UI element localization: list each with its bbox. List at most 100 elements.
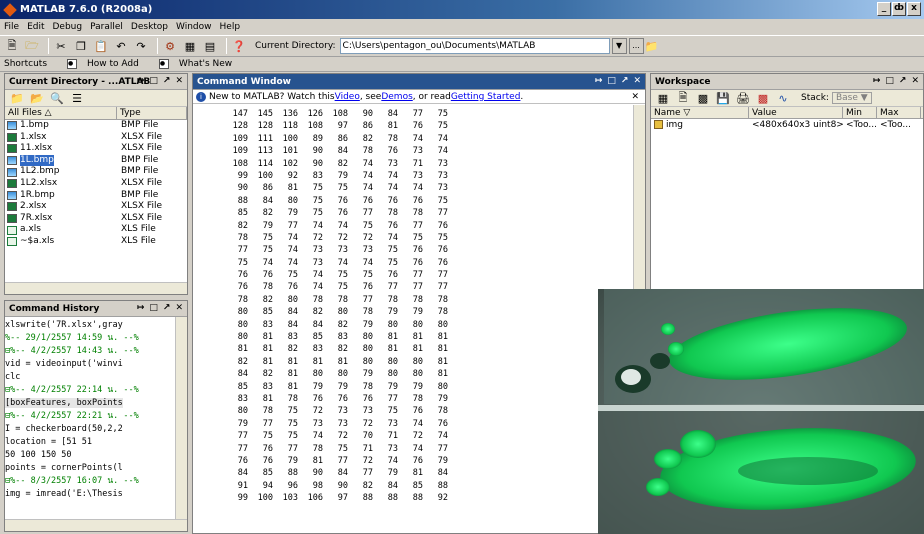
menu-file[interactable]: File bbox=[4, 22, 19, 32]
history-command[interactable]: 50 100 150 50 bbox=[5, 449, 187, 462]
copy-icon[interactable]: ❐ bbox=[73, 38, 89, 54]
profiler-icon[interactable]: ▤ bbox=[202, 38, 218, 54]
demos-link[interactable]: Demos bbox=[381, 92, 412, 102]
video-link[interactable]: Video bbox=[335, 92, 360, 102]
delete-variable-icon[interactable]: ▩ bbox=[755, 90, 771, 106]
getting-started-link[interactable]: Getting Started bbox=[451, 92, 521, 102]
menu-desktop[interactable]: Desktop bbox=[131, 22, 168, 32]
close-icon[interactable]: ✕ bbox=[175, 303, 183, 313]
paste-icon[interactable]: 📋 bbox=[93, 38, 109, 54]
matrix-cell: 77 bbox=[387, 393, 398, 404]
stack-dropdown[interactable]: Base ▼ bbox=[831, 92, 872, 104]
simulink-icon[interactable]: ⚙ bbox=[162, 38, 178, 54]
dock-arrow-icon[interactable]: ↗ bbox=[899, 76, 907, 86]
file-row[interactable]: 1L2.bmp BMP File bbox=[5, 166, 187, 178]
xlsx-file-icon bbox=[7, 202, 17, 212]
file-row[interactable]: 7R.xlsx XLSX File bbox=[5, 213, 187, 225]
close-button[interactable]: x bbox=[907, 2, 921, 16]
history-command[interactable]: clc bbox=[5, 371, 187, 384]
horizontal-scrollbar[interactable] bbox=[5, 282, 187, 294]
column-type[interactable]: Type bbox=[117, 107, 187, 119]
help-icon[interactable]: ❓ bbox=[231, 38, 247, 54]
menu-help[interactable]: Help bbox=[220, 22, 241, 32]
how-to-add-shortcut[interactable]: ● How to Add bbox=[67, 59, 149, 69]
maximize-button[interactable]: ȸ bbox=[892, 2, 906, 16]
undock-icon[interactable]: ↦ bbox=[137, 76, 145, 86]
file-row[interactable]: 1.xlsx XLSX File bbox=[5, 132, 187, 144]
cut-icon[interactable]: ✂ bbox=[53, 38, 69, 54]
new-file-icon[interactable]: 🗎 bbox=[4, 38, 20, 54]
history-session-marker[interactable]: ⊟%-- 4/2/2557 14:43 น. --% bbox=[5, 345, 187, 358]
history-command[interactable]: xlswrite('7R.xlsx',gray bbox=[5, 319, 187, 332]
dock-arrow-icon[interactable]: ↗ bbox=[163, 303, 171, 313]
horizontal-scrollbar[interactable] bbox=[5, 519, 187, 531]
find-files-icon[interactable]: 🔍 bbox=[49, 90, 65, 106]
open-variable-icon[interactable]: 🗎 bbox=[675, 90, 691, 106]
history-command[interactable]: img = imread('E:\Thesis bbox=[5, 488, 187, 501]
matrix-cell: 78 bbox=[412, 294, 423, 305]
redo-icon[interactable]: ↷ bbox=[133, 38, 149, 54]
folder-up-icon[interactable]: 📁 bbox=[9, 90, 25, 106]
report-icon[interactable]: ☰ bbox=[69, 90, 85, 106]
maximize-icon[interactable]: □ bbox=[149, 76, 158, 86]
file-row[interactable]: 1.bmp BMP File bbox=[5, 120, 187, 132]
workspace-variable-row[interactable]: img <480x640x3 uint8> <Too... <Too... bbox=[651, 119, 923, 131]
history-session-marker[interactable]: ⊟%-- 4/2/2557 22:14 น. --% bbox=[5, 384, 187, 397]
column-value[interactable]: Value bbox=[749, 107, 843, 118]
close-info-icon[interactable]: ✕ bbox=[631, 92, 639, 102]
directory-dropdown-button[interactable]: ▼ bbox=[611, 38, 627, 54]
column-min[interactable]: Min bbox=[843, 107, 877, 118]
shortcuts-label[interactable]: Shortcuts bbox=[4, 59, 57, 69]
file-row[interactable]: ~$a.xls XLS File bbox=[5, 236, 187, 248]
print-icon[interactable]: 🖨 bbox=[735, 90, 751, 106]
maximize-icon[interactable]: □ bbox=[607, 76, 616, 86]
close-icon[interactable]: ✕ bbox=[633, 76, 641, 86]
open-folder-icon[interactable]: 🗁 bbox=[24, 38, 40, 54]
history-session-marker[interactable]: ⊟%-- 4/2/2557 22:21 น. --% bbox=[5, 410, 187, 423]
undock-icon[interactable]: ↦ bbox=[595, 76, 603, 86]
menu-parallel[interactable]: Parallel bbox=[90, 22, 123, 32]
matrix-row: 99 100 92 83 79 74 74 73 73 bbox=[223, 170, 645, 182]
file-row[interactable]: 1L.bmp BMP File bbox=[5, 154, 187, 167]
close-icon[interactable]: ✕ bbox=[175, 76, 183, 86]
file-row[interactable]: a.xls XLS File bbox=[5, 224, 187, 236]
history-command[interactable]: points = cornerPoints(l bbox=[5, 462, 187, 475]
whats-new-shortcut[interactable]: ● What's New bbox=[158, 59, 242, 69]
dock-arrow-icon[interactable]: ↗ bbox=[163, 76, 171, 86]
file-row[interactable]: 2.xlsx XLSX File bbox=[5, 201, 187, 213]
new-variable-icon[interactable]: ▦ bbox=[655, 90, 671, 106]
menu-window[interactable]: Window bbox=[176, 22, 212, 32]
maximize-icon[interactable]: □ bbox=[149, 303, 158, 313]
history-command[interactable]: vid = videoinput('winvi bbox=[5, 358, 187, 371]
column-max[interactable]: Max bbox=[877, 107, 921, 118]
history-command[interactable]: I = checkerboard(50,2,2 bbox=[5, 423, 187, 436]
file-row[interactable]: 11.xlsx XLSX File bbox=[5, 143, 187, 155]
go-up-folder-icon[interactable]: 📁 bbox=[644, 38, 660, 54]
history-command[interactable]: location = [51 51 bbox=[5, 436, 187, 449]
history-session-marker[interactable]: %-- 29/1/2557 14:59 น. --% bbox=[5, 332, 187, 345]
minimize-button[interactable]: _ bbox=[877, 2, 891, 16]
maximize-icon[interactable]: □ bbox=[885, 76, 894, 86]
undock-icon[interactable]: ↦ bbox=[873, 76, 881, 86]
current-directory-input[interactable]: C:\Users\pentagon_ou\Documents\MATLAB bbox=[339, 38, 610, 54]
history-session-marker[interactable]: ⊟%-- 8/3/2557 16:07 น. --% bbox=[5, 475, 187, 488]
undo-icon[interactable]: ↶ bbox=[113, 38, 129, 54]
matrix-output[interactable]: 147 145 136 126 108 90 84 77 75 128 128 118 108 97 86 8… bbox=[193, 104, 645, 505]
browse-folder-button[interactable]: ... bbox=[628, 38, 644, 54]
dock-arrow-icon[interactable]: ↗ bbox=[621, 76, 629, 86]
close-icon[interactable]: ✕ bbox=[911, 76, 919, 86]
menu-debug[interactable]: Debug bbox=[53, 22, 83, 32]
column-name[interactable]: Name ▽ bbox=[651, 107, 749, 118]
plot-selector-icon[interactable]: ∿ bbox=[775, 90, 791, 106]
save-workspace-icon[interactable]: 💾 bbox=[715, 90, 731, 106]
column-all-files[interactable]: All Files △ bbox=[5, 107, 117, 119]
guide-icon[interactable]: ▦ bbox=[182, 38, 198, 54]
undock-icon[interactable]: ↦ bbox=[137, 303, 145, 313]
import-data-icon[interactable]: ▩ bbox=[695, 90, 711, 106]
file-row[interactable]: 1R.bmp BMP File bbox=[5, 190, 187, 202]
new-folder-icon[interactable]: 📂 bbox=[29, 90, 45, 106]
vertical-scrollbar[interactable] bbox=[175, 317, 187, 519]
menu-edit[interactable]: Edit bbox=[27, 22, 44, 32]
file-row[interactable]: 1L2.xlsx XLSX File bbox=[5, 178, 187, 190]
history-command[interactable]: [boxFeatures, boxPoints bbox=[5, 397, 187, 410]
